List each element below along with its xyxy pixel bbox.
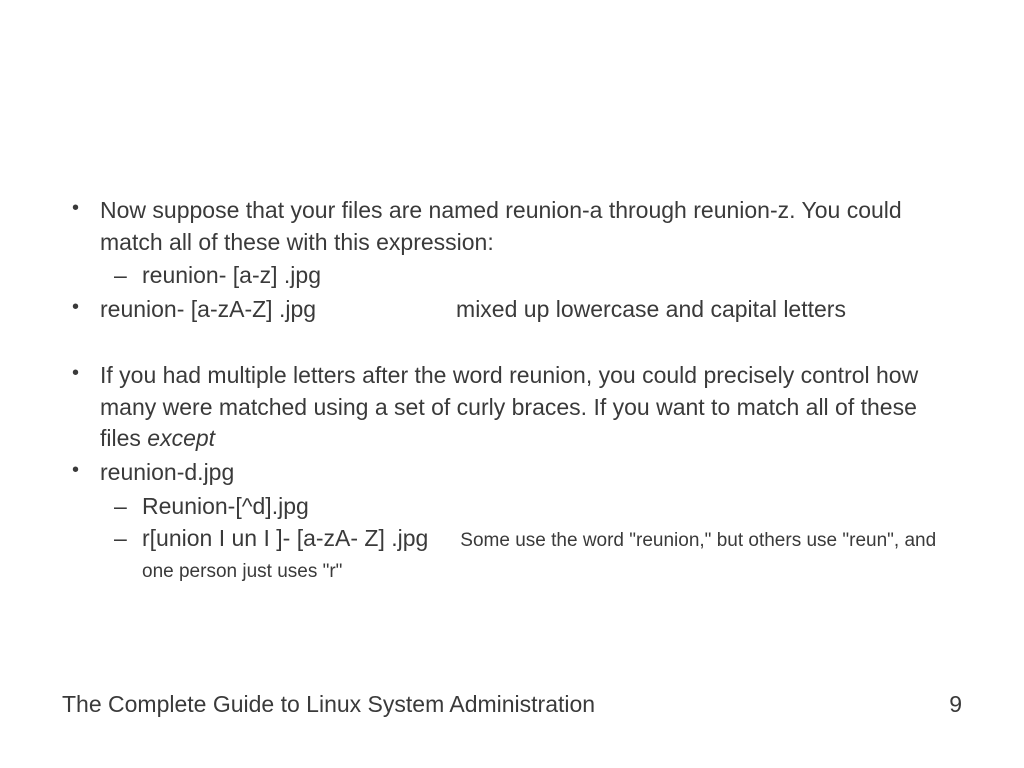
sub-text: Reunion-[^d].jpg bbox=[142, 493, 309, 519]
sub-list: reunion- [a-z] .jpg bbox=[100, 260, 964, 292]
sub-text: reunion- [a-z] .jpg bbox=[142, 262, 321, 288]
slide-footer: The Complete Guide to Linux System Admin… bbox=[62, 691, 962, 718]
slide-body: Now suppose that your files are named re… bbox=[0, 0, 1024, 768]
sub-item: Reunion-[^d].jpg bbox=[142, 491, 964, 523]
sub-item: r[union I un I ]- [a-zA- Z] .jpg Some us… bbox=[142, 523, 964, 586]
bullet-text: reunion-d.jpg bbox=[100, 459, 234, 485]
bullet-item: reunion-d.jpg Reunion-[^d].jpg r[union I… bbox=[100, 457, 964, 586]
bullet-text: If you had multiple letters after the wo… bbox=[100, 362, 918, 451]
bullet-item: If you had multiple letters after the wo… bbox=[100, 360, 964, 455]
bullet-item: Now suppose that your files are named re… bbox=[100, 195, 964, 292]
bullet-list: Now suppose that your files are named re… bbox=[60, 195, 964, 586]
bullet-text: Now suppose that your files are named re… bbox=[100, 197, 902, 255]
bullet-item: reunion- [a-zA-Z] .jpg mixed up lowercase… bbox=[100, 294, 964, 326]
bullet-text-right: mixed up lowercase and capital letters bbox=[456, 296, 846, 322]
sub-text-left: r[union I un I ]- [a-zA- Z] .jpg bbox=[142, 525, 428, 551]
bullet-text-italic: except bbox=[147, 425, 215, 451]
page-number: 9 bbox=[949, 691, 962, 718]
footer-title: The Complete Guide to Linux System Admin… bbox=[62, 691, 595, 718]
sub-list: Reunion-[^d].jpg r[union I un I ]- [a-zA… bbox=[100, 491, 964, 586]
bullet-text-left: reunion- [a-zA-Z] .jpg bbox=[100, 296, 316, 322]
sub-item: reunion- [a-z] .jpg bbox=[142, 260, 964, 292]
blank-row bbox=[100, 328, 964, 358]
